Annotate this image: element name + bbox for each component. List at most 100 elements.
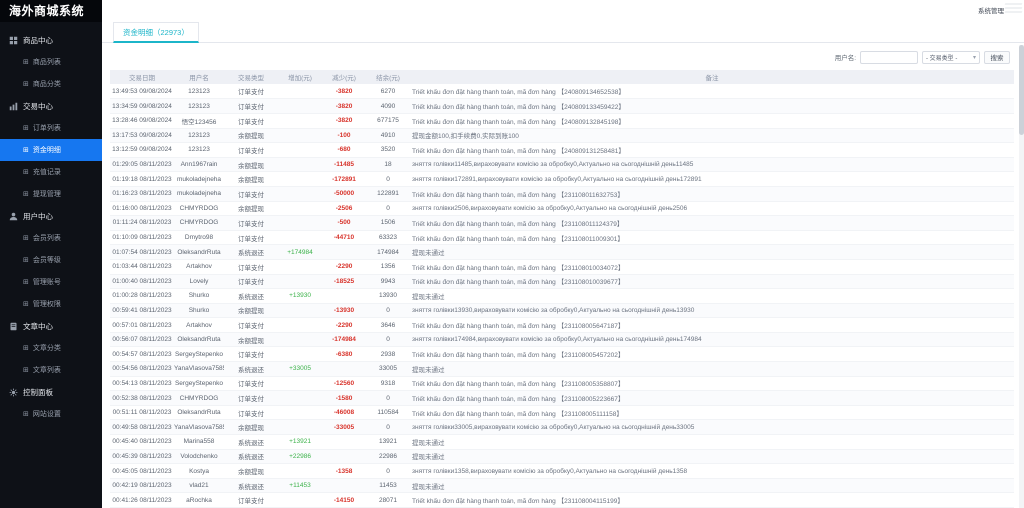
sidebar-group[interactable]: 交易中心	[0, 95, 102, 117]
sidebar-item-label: 文章分类	[33, 343, 61, 353]
cell-date: 13:12:59 09/08/2024	[110, 143, 174, 158]
sidebar-group[interactable]: 用户中心	[0, 205, 102, 227]
cell-balance: 0	[366, 420, 410, 435]
cell-type: 订单支付	[224, 113, 278, 128]
cell-remark: Triết khấu đơn đặt hàng thanh toán, mã đ…	[410, 405, 1014, 420]
cell-remark: 提现未通过	[410, 245, 1014, 260]
sidebar-item[interactable]: ⊞管理权限	[0, 293, 102, 315]
cell-decrease: -12560	[322, 376, 366, 391]
cell-increase	[278, 143, 322, 158]
cell-decrease: -46008	[322, 405, 366, 420]
cell-decrease: -6380	[322, 347, 366, 362]
cell-increase	[278, 230, 322, 245]
table-row: 01:03:44 08/11/2023Artakhov订单支付-22901356…	[110, 259, 1014, 274]
cell-remark: 提现金额100,扣手续费0,实际到账100	[410, 128, 1014, 143]
cell-decrease: -3820	[322, 113, 366, 128]
cell-remark: Triết khấu đơn đặt hàng thanh toán, mã đ…	[410, 143, 1014, 158]
cell-username: OleksandrRuta	[174, 245, 224, 260]
sidebar-group[interactable]: 商品中心	[0, 29, 102, 51]
cell-increase	[278, 493, 322, 508]
chevron-down-icon: ▾	[973, 54, 976, 61]
cell-remark: зняття голівки2506,вираховувати комісію …	[410, 201, 1014, 216]
cell-increase	[278, 113, 322, 128]
cell-remark: Triết khấu đơn đặt hàng thanh toán, mã đ…	[410, 216, 1014, 231]
cell-username: Artakhov	[174, 259, 224, 274]
username-input[interactable]	[860, 51, 918, 64]
cell-date: 01:16:00 08/11/2023	[110, 201, 174, 216]
cell-increase	[278, 216, 322, 231]
cell-balance: 1356	[366, 259, 410, 274]
squared-plus-icon: ⊞	[23, 191, 29, 198]
cell-increase: +13930	[278, 289, 322, 304]
cell-increase: +22986	[278, 449, 322, 464]
sidebar-item[interactable]: ⊞ 会员等级	[0, 249, 102, 271]
sidebar-item[interactable]: ⊞提现管理	[0, 183, 102, 205]
sidebar-item[interactable]: ⊞商品列表	[0, 51, 102, 73]
cell-remark: зняття голівки13930,вираховувати комісію…	[410, 303, 1014, 318]
cell-date: 00:41:26 08/11/2023	[110, 493, 174, 508]
scrollbar-thumb[interactable]	[1019, 45, 1024, 135]
squared-plus-icon: ⊞	[23, 367, 29, 374]
cell-date: 01:00:40 08/11/2023	[110, 274, 174, 289]
sidebar-item-label: 会员等级	[33, 255, 61, 265]
table-row: 00:54:13 08/11/2023SergeyStepenko订单支付-12…	[110, 376, 1014, 391]
cell-date: 01:29:05 08/11/2023	[110, 157, 174, 172]
sidebar-group[interactable]: 控制面板	[0, 381, 102, 403]
cell-decrease: -174984	[322, 332, 366, 347]
search-button[interactable]: 搜索	[984, 51, 1010, 64]
cell-decrease	[322, 362, 366, 377]
cell-type: 系统退还	[224, 449, 278, 464]
cell-username: SergeyStepenko	[174, 347, 224, 362]
squared-plus-icon: ⊞	[23, 411, 29, 418]
system-admin-link[interactable]: 系统管理	[978, 5, 1004, 15]
box-icon	[9, 36, 18, 45]
topbar: 系统管理	[102, 0, 1024, 20]
sidebar-item-label: 商品列表	[33, 57, 61, 67]
sidebar-item[interactable]: ⊞会员列表	[0, 227, 102, 249]
cell-decrease	[322, 435, 366, 450]
cell-balance: 0	[366, 391, 410, 406]
cell-increase	[278, 347, 322, 362]
cell-increase: +33005	[278, 362, 322, 377]
sidebar-item[interactable]: ⊞充值记录	[0, 161, 102, 183]
sidebar-group[interactable]: 文章中心	[0, 315, 102, 337]
sidebar-item[interactable]: ⊞资金明细	[0, 139, 102, 161]
squared-plus-icon: ⊞	[23, 257, 29, 264]
cell-increase: +13921	[278, 435, 322, 450]
column-header: 用户名	[174, 70, 224, 84]
cell-decrease: -11485	[322, 157, 366, 172]
cell-decrease: -44710	[322, 230, 366, 245]
sidebar-item[interactable]: ⊞订单列表	[0, 117, 102, 139]
cell-username: Marina558	[174, 435, 224, 450]
sidebar-item[interactable]: ⊞文章列表	[0, 359, 102, 381]
cell-remark: Triết khấu đơn đặt hàng thanh toán, mã đ…	[410, 84, 1014, 99]
sidebar-item[interactable]: ⊞网站设置	[0, 403, 102, 425]
table-row: 00:54:57 08/11/2023SergeyStepenko订单支付-63…	[110, 347, 1014, 362]
cell-increase	[278, 303, 322, 318]
cell-date: 00:59:41 08/11/2023	[110, 303, 174, 318]
table-row: 13:28:46 09/08/2024悟空123456订单支付-38206771…	[110, 113, 1014, 128]
cell-username: CHMYRDOG	[174, 391, 224, 406]
cell-remark: Triết khấu đơn đặt hàng thanh toán, mã đ…	[410, 230, 1014, 245]
cell-date: 00:54:56 08/11/2023	[110, 362, 174, 377]
cell-decrease	[322, 449, 366, 464]
sidebar-group-label: 文章中心	[23, 321, 53, 332]
sidebar-item[interactable]: ⊞商品分类	[0, 73, 102, 95]
cell-date: 01:10:09 08/11/2023	[110, 230, 174, 245]
sidebar-item[interactable]: ⊞ 文章分类	[0, 337, 102, 359]
cell-decrease: -3820	[322, 84, 366, 99]
scrollbar[interactable]	[1019, 45, 1024, 508]
cell-username: YanaVlasova7585	[174, 362, 224, 377]
sidebar-item[interactable]: ⊞管理账号	[0, 271, 102, 293]
cell-date: 00:56:07 08/11/2023	[110, 332, 174, 347]
transaction-type-select[interactable]: - 交易类型 - ▾	[922, 51, 980, 64]
cell-date: 13:34:59 09/08/2024	[110, 99, 174, 114]
table-row: 00:45:05 08/11/2023Kostya余额提现-13580знятт…	[110, 464, 1014, 479]
sidebar-group-label: 交易中心	[23, 101, 53, 112]
tab-funds-detail[interactable]: 资金明细（22973）	[113, 22, 199, 43]
cell-remark: зняття голівки174984,вираховувати комісі…	[410, 332, 1014, 347]
cell-increase	[278, 464, 322, 479]
squared-plus-icon: ⊞	[23, 345, 29, 352]
table-row: 01:10:09 08/11/2023Dmytro98订单支付-44710633…	[110, 230, 1014, 245]
cell-balance: 1506	[366, 216, 410, 231]
